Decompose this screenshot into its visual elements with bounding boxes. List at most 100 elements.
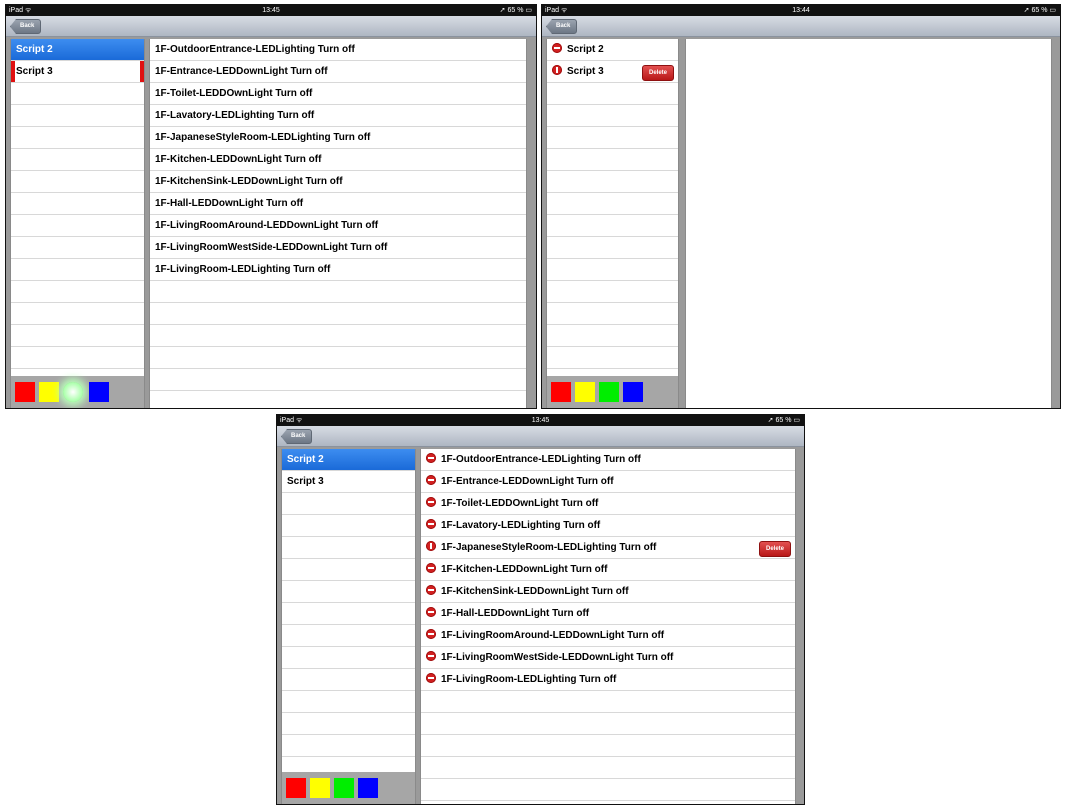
script-item-2[interactable]: Script 2: [282, 449, 415, 471]
list-item[interactable]: 1F-LivingRoomWestSide-LEDDownLight Turn …: [150, 237, 526, 259]
script-label: Script 2: [16, 44, 53, 55]
action-label: 1F-LivingRoom-LEDLighting Turn off: [441, 674, 617, 685]
action-label: 1F-OutdoorEntrance-LEDLighting Turn off: [155, 44, 355, 55]
action-label: 1F-Entrance-LEDDownLight Turn off: [441, 476, 614, 487]
script-item-3[interactable]: Script 3 Delete: [547, 61, 678, 83]
action-list: 1F-OutdoorEntrance-LEDLighting Turn off …: [420, 449, 796, 804]
action-label: 1F-Lavatory-LEDLighting Turn off: [441, 520, 601, 531]
status-bar: iPad ᯤ 13:44 ➚ 65 % ▭: [542, 5, 1060, 16]
list-item[interactable]: 1F-Entrance-LEDDownLight Turn off: [421, 471, 795, 493]
color-palette: [11, 376, 144, 408]
status-bar: iPad ᯤ 13:45 ➚ 65 % ▭: [277, 415, 804, 426]
clock: 13:45: [531, 417, 550, 424]
battery-indicator: ➚ 65 % ▭: [767, 417, 800, 424]
list-item[interactable]: 1F-Toilet-LEDDOwnLight Turn off: [150, 83, 526, 105]
delete-control-icon[interactable]: [552, 43, 562, 54]
list-item[interactable]: 1F-Toilet-LEDDOwnLight Turn off: [421, 493, 795, 515]
list-item[interactable]: 1F-Lavatory-LEDLighting Turn off: [421, 515, 795, 537]
delete-control-icon[interactable]: [426, 519, 436, 530]
green-swatch-glowing[interactable]: [63, 382, 83, 402]
action-label: 1F-Kitchen-LEDDownLight Turn off: [441, 564, 608, 575]
script-label: Script 2: [567, 44, 604, 55]
script-item-3[interactable]: Script 3: [282, 471, 415, 493]
battery-indicator: ➚ 65 % ▭: [499, 7, 532, 14]
clock: 13:45: [262, 7, 280, 14]
delete-confirm-icon[interactable]: [426, 541, 436, 552]
color-palette: [547, 376, 678, 408]
list-item[interactable]: 1F-Hall-LEDDownLight Turn off: [150, 193, 526, 215]
blue-swatch[interactable]: [623, 382, 643, 402]
script-list: Script 2 Script 3: [282, 449, 415, 772]
yellow-swatch[interactable]: [310, 778, 330, 798]
list-item[interactable]: 1F-OutdoorEntrance-LEDLighting Turn off: [150, 39, 526, 61]
screenshot-panel-3: iPad ᯤ 13:45 ➚ 65 % ▭ Back Script 2 Scri…: [276, 414, 805, 805]
red-swatch[interactable]: [15, 382, 35, 402]
back-button[interactable]: Back: [10, 19, 42, 34]
action-list: [685, 39, 1052, 408]
delete-button[interactable]: Delete: [641, 65, 674, 81]
action-list: 1F-OutdoorEntrance-LEDLighting Turn off …: [149, 39, 527, 408]
list-item[interactable]: 1F-Kitchen-LEDDownLight Turn off: [421, 559, 795, 581]
action-label: 1F-LivingRoomWestSide-LEDDownLight Turn …: [441, 652, 674, 663]
action-label: 1F-Toilet-LEDDOwnLight Turn off: [155, 88, 313, 99]
blue-swatch[interactable]: [358, 778, 378, 798]
list-item[interactable]: 1F-JapaneseStyleRoom-LEDLighting Turn of…: [150, 127, 526, 149]
delete-control-icon[interactable]: [426, 607, 436, 618]
script-item-2[interactable]: Script 2: [11, 39, 144, 61]
delete-button[interactable]: Delete: [758, 541, 791, 557]
script-list: Script 2 Script 3: [11, 39, 144, 376]
delete-control-icon[interactable]: [426, 563, 436, 574]
delete-control-icon[interactable]: [426, 585, 436, 596]
screenshot-panel-2: iPad ᯤ 13:44 ➚ 65 % ▭ Back Script 2 Scri…: [541, 4, 1061, 409]
list-item[interactable]: 1F-LivingRoomWestSide-LEDDownLight Turn …: [421, 647, 795, 669]
navigation-bar: Back: [542, 16, 1060, 37]
list-item[interactable]: 1F-Lavatory-LEDLighting Turn off: [150, 105, 526, 127]
delete-control-icon[interactable]: [426, 497, 436, 508]
delete-confirm-icon[interactable]: [552, 65, 562, 76]
action-label: 1F-Hall-LEDDownLight Turn off: [441, 608, 590, 619]
action-label: 1F-KitchenSink-LEDDownLight Turn off: [441, 586, 629, 597]
list-item[interactable]: 1F-LivingRoomAround-LEDDownLight Turn of…: [150, 215, 526, 237]
script-sidebar: Script 2 Script 3: [281, 449, 416, 804]
delete-control-icon[interactable]: [426, 673, 436, 684]
blue-swatch[interactable]: [89, 382, 109, 402]
action-label: 1F-JapaneseStyleRoom-LEDLighting Turn of…: [441, 542, 657, 553]
action-label: 1F-LivingRoomAround-LEDDownLight Turn of…: [155, 220, 379, 231]
script-list: Script 2 Script 3 Delete: [547, 39, 678, 376]
script-label: Script 2: [287, 454, 324, 465]
delete-control-icon[interactable]: [426, 651, 436, 662]
action-label: 1F-Entrance-LEDDownLight Turn off: [155, 66, 328, 77]
list-item[interactable]: 1F-Kitchen-LEDDownLight Turn off: [150, 149, 526, 171]
action-label: 1F-Hall-LEDDownLight Turn off: [155, 198, 304, 209]
red-swatch[interactable]: [286, 778, 306, 798]
red-swatch[interactable]: [551, 382, 571, 402]
list-item[interactable]: 1F-OutdoorEntrance-LEDLighting Turn off: [421, 449, 795, 471]
action-label: 1F-LivingRoomAround-LEDDownLight Turn of…: [441, 630, 665, 641]
list-item[interactable]: 1F-LivingRoomAround-LEDDownLight Turn of…: [421, 625, 795, 647]
action-label: 1F-OutdoorEntrance-LEDLighting Turn off: [441, 454, 641, 465]
script-item-3[interactable]: Script 3: [11, 61, 144, 83]
list-item[interactable]: 1F-KitchenSink-LEDDownLight Turn off: [150, 171, 526, 193]
list-item[interactable]: 1F-LivingRoom-LEDLighting Turn off: [421, 669, 795, 691]
script-label: Script 3: [287, 476, 324, 487]
back-button[interactable]: Back: [281, 429, 313, 444]
list-item[interactable]: 1F-Entrance-LEDDownLight Turn off: [150, 61, 526, 83]
list-item[interactable]: 1F-LivingRoom-LEDLighting Turn off: [150, 259, 526, 281]
script-sidebar: Script 2 Script 3: [10, 39, 145, 408]
script-item-2[interactable]: Script 2: [547, 39, 678, 61]
back-button[interactable]: Back: [546, 19, 578, 34]
delete-control-icon[interactable]: [426, 475, 436, 486]
green-swatch[interactable]: [334, 778, 354, 798]
green-swatch[interactable]: [599, 382, 619, 402]
list-item[interactable]: 1F-KitchenSink-LEDDownLight Turn off: [421, 581, 795, 603]
yellow-swatch[interactable]: [575, 382, 595, 402]
delete-control-icon[interactable]: [426, 629, 436, 640]
action-label: 1F-LivingRoom-LEDLighting Turn off: [155, 264, 331, 275]
list-item[interactable]: 1F-JapaneseStyleRoom-LEDLighting Turn of…: [421, 537, 795, 559]
action-label: 1F-JapaneseStyleRoom-LEDLighting Turn of…: [155, 132, 371, 143]
list-item[interactable]: 1F-Hall-LEDDownLight Turn off: [421, 603, 795, 625]
yellow-swatch[interactable]: [39, 382, 59, 402]
script-label: Script 3: [16, 66, 53, 77]
content-area: Script 2 Script 3 1F-OutdoorEntrance-LED…: [277, 447, 804, 804]
delete-control-icon[interactable]: [426, 453, 436, 464]
